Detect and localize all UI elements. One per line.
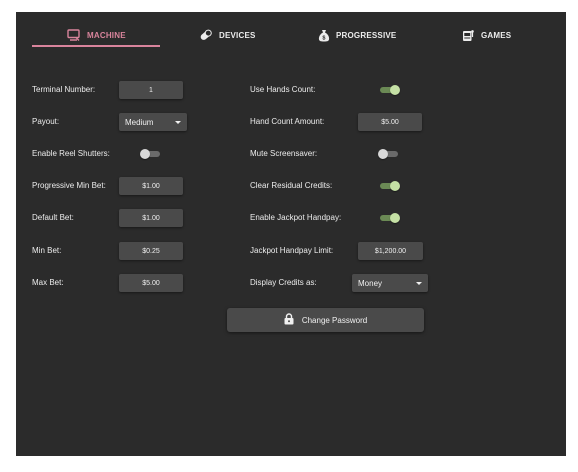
- tab-machine[interactable]: MACHINE: [67, 24, 126, 46]
- active-tab-indicator: [32, 45, 160, 47]
- enable-jackpot-handpay-label: Enable Jackpot Handpay:: [250, 213, 342, 222]
- payout-label: Payout:: [32, 117, 60, 126]
- hand-count-amount-label: Hand Count Amount:: [250, 117, 325, 126]
- progressive-min-bet-input[interactable]: $1.00: [119, 177, 183, 195]
- enable-reel-shutters-toggle[interactable]: [140, 148, 162, 160]
- payout-value: Medium: [125, 117, 154, 127]
- jackpot-handpay-limit-label: Jackpot Handpay Limit:: [250, 246, 334, 255]
- toggle-thumb: [140, 149, 150, 159]
- default-bet-input[interactable]: $1.00: [119, 209, 183, 227]
- money-bag-icon: $: [318, 29, 330, 42]
- tab-machine-label: MACHINE: [87, 30, 126, 40]
- pill-icon: [199, 29, 213, 41]
- lock-icon: [284, 313, 294, 327]
- min-bet-input[interactable]: $0.25: [119, 242, 183, 260]
- tab-games-label: GAMES: [481, 30, 512, 40]
- toggle-thumb: [390, 181, 400, 191]
- terminal-number-input[interactable]: 1: [119, 81, 183, 99]
- use-hands-count-label: Use Hands Count:: [250, 85, 316, 94]
- toggle-thumb: [390, 213, 400, 223]
- min-bet-label: Min Bet:: [32, 246, 62, 255]
- hand-count-amount-input[interactable]: $5.00: [358, 113, 422, 131]
- chevron-down-icon: [416, 281, 422, 285]
- payout-select[interactable]: Medium: [119, 113, 187, 131]
- slot-machine-icon: [462, 29, 475, 42]
- toggle-thumb: [390, 85, 400, 95]
- use-hands-count-toggle[interactable]: [378, 84, 400, 96]
- toggle-thumb: [378, 149, 388, 159]
- progressive-min-bet-label: Progressive Min Bet:: [32, 181, 106, 190]
- display-credits-as-value: Money: [358, 278, 383, 288]
- machine-icon: [67, 29, 81, 41]
- clear-residual-credits-label: Clear Residual Credits:: [250, 181, 333, 190]
- default-bet-label: Default Bet:: [32, 213, 74, 222]
- tab-progressive[interactable]: $ PROGRESSIVE: [318, 24, 396, 46]
- change-password-button[interactable]: Change Password: [227, 308, 424, 332]
- mute-screensaver-toggle[interactable]: [378, 148, 400, 160]
- clear-residual-credits-toggle[interactable]: [378, 180, 400, 192]
- enable-reel-shutters-label: Enable Reel Shutters:: [32, 149, 110, 158]
- terminal-number-label: Terminal Number:: [32, 85, 96, 94]
- jackpot-handpay-limit-input[interactable]: $1,200.00: [358, 242, 423, 260]
- max-bet-label: Max Bet:: [32, 278, 64, 287]
- tab-games[interactable]: GAMES: [462, 24, 511, 46]
- mute-screensaver-label: Mute Screensaver:: [250, 149, 318, 158]
- tab-devices-label: DEVICES: [219, 30, 256, 40]
- tab-devices[interactable]: DEVICES: [199, 24, 256, 46]
- settings-panel: MACHINE DEVICES $ PROGRESSIVE GAMES Term…: [16, 12, 566, 456]
- enable-jackpot-handpay-toggle[interactable]: [378, 212, 400, 224]
- change-password-label: Change Password: [301, 315, 368, 325]
- max-bet-input[interactable]: $5.00: [119, 274, 183, 292]
- chevron-down-icon: [175, 120, 181, 124]
- svg-text:$: $: [322, 35, 325, 41]
- display-credits-as-label: Display Credits as:: [250, 278, 317, 287]
- display-credits-as-select[interactable]: Money: [352, 274, 428, 292]
- tab-progressive-label: PROGRESSIVE: [336, 30, 397, 40]
